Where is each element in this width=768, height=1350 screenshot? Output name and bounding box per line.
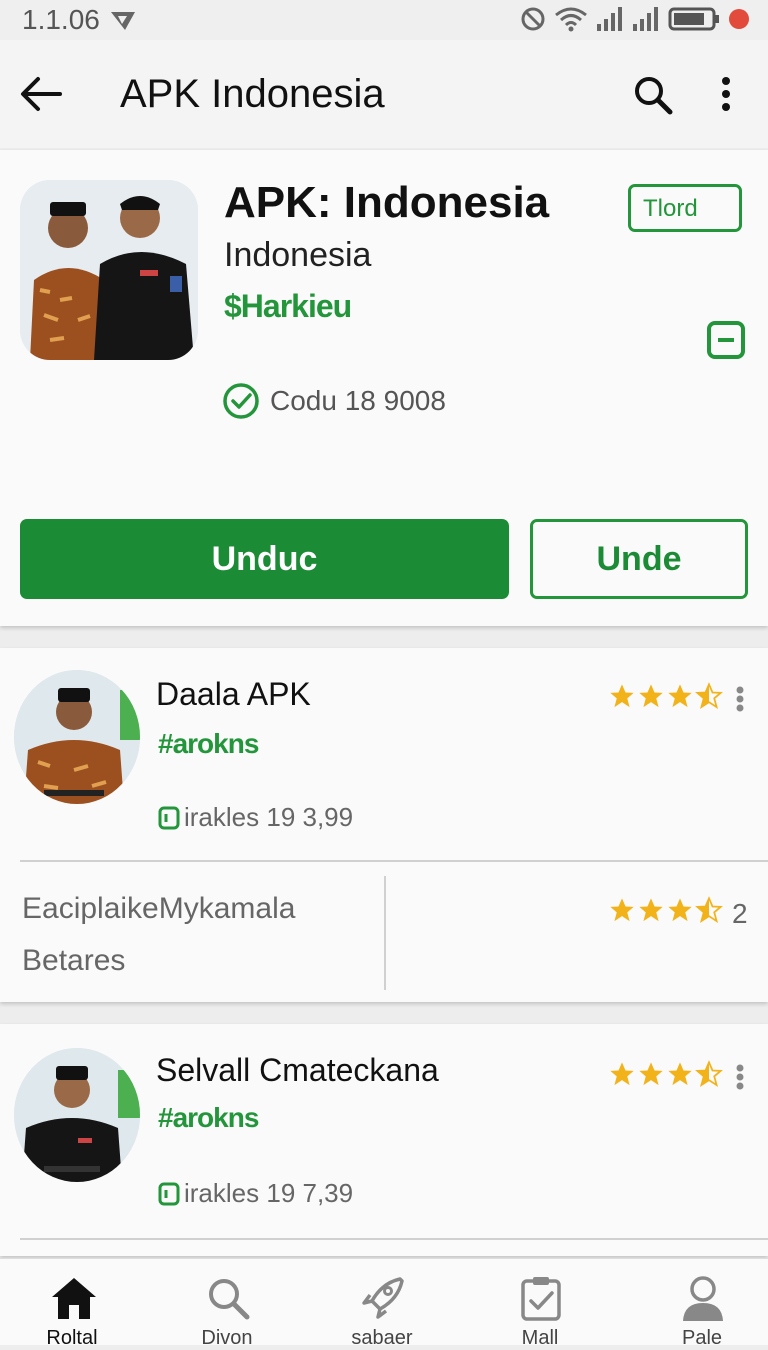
star-icon <box>668 1062 692 1086</box>
dnd-icon <box>521 7 545 31</box>
more-vert-icon[interactable] <box>720 76 732 112</box>
battery-icon <box>668 7 719 31</box>
star-icon <box>639 1062 663 1086</box>
app-tag[interactable]: #arokns <box>158 728 259 760</box>
signal-icon-2 <box>633 7 658 31</box>
secondary-button[interactable]: Unde <box>530 519 748 599</box>
downloads-icon <box>158 1182 180 1205</box>
nav-item-rocket[interactable]: sabaer <box>322 1259 442 1349</box>
person-icon <box>683 1276 723 1321</box>
sub-row-count: 2 <box>732 898 748 929</box>
star-icon <box>610 684 634 708</box>
download-button[interactable]: Unduc <box>20 519 509 599</box>
search-icon <box>209 1279 250 1320</box>
home-icon <box>52 1278 96 1319</box>
notification-icon <box>111 12 135 30</box>
app-list-card: Selvall Cmateckana #arokns irakles 19 7,… <box>0 1024 768 1256</box>
star-half-icon <box>695 1060 723 1088</box>
star-icon <box>610 1062 634 1086</box>
item-menu-icon[interactable] <box>735 1064 745 1090</box>
star-icon <box>610 898 634 922</box>
wifi-icon <box>555 7 587 32</box>
star-half-icon <box>695 896 723 924</box>
app-cover-image <box>20 180 198 360</box>
app-meta: irakles 19 7,39 <box>158 1178 353 1209</box>
app-tag[interactable]: #arokns <box>158 1102 259 1134</box>
bottom-navigation: Roltal Divon sabaer Mall Pale <box>0 1258 768 1349</box>
nav-item-search[interactable]: Divon <box>167 1259 287 1349</box>
star-half-icon <box>695 682 723 710</box>
star-icon <box>639 898 663 922</box>
item-menu-icon[interactable] <box>735 686 745 712</box>
nav-item-profile[interactable]: Pale <box>642 1259 762 1349</box>
app-subtitle: Indonesia <box>224 236 372 274</box>
tlord-badge-button[interactable]: Tlord <box>628 184 742 232</box>
rocket-icon <box>362 1277 404 1319</box>
vertical-divider <box>384 876 386 990</box>
storage-icon[interactable] <box>706 320 746 360</box>
back-arrow-icon[interactable] <box>18 74 64 114</box>
app-name: APK: Indonesia <box>224 178 550 227</box>
status-bar: 1.1.06 <box>0 0 768 40</box>
star-icon <box>639 684 663 708</box>
sub-row-rating <box>608 896 723 924</box>
app-avatar[interactable] <box>14 670 140 804</box>
divider <box>20 860 768 862</box>
nav-label: Roltal <box>46 1327 98 1349</box>
sub-row-line1[interactable]: EaciplaikeMykamala <box>22 892 295 926</box>
app-list-card: Daala APK #arokns irakles 19 3,99 Eacipl… <box>0 648 768 1002</box>
app-avatar[interactable] <box>14 1048 140 1182</box>
status-icons <box>520 6 750 32</box>
rating-stars <box>608 1060 723 1088</box>
app-meta: irakles 19 3,99 <box>158 802 353 833</box>
clipboard-check-icon <box>521 1277 561 1321</box>
app-detail-card: APK: Indonesia Indonesia $Harkieu Tlord … <box>0 150 768 626</box>
star-icon <box>668 684 692 708</box>
app-bar: APK Indonesia <box>0 40 768 148</box>
sub-row-line2[interactable]: Betares <box>22 944 125 978</box>
app-tag[interactable]: $Harkieu <box>224 288 352 325</box>
verification-row: Codu 18 9008 <box>222 382 446 420</box>
app-meta-text: irakles 19 3,99 <box>184 802 354 832</box>
nav-label: Pale <box>681 1327 723 1349</box>
star-icon <box>668 898 692 922</box>
signal-icon <box>597 7 622 31</box>
verification-text: Codu 18 9008 <box>270 385 446 416</box>
nav-label: Divon <box>201 1327 253 1349</box>
app-title[interactable]: Selvall Cmateckana <box>156 1052 439 1089</box>
nav-item-mall[interactable]: Mall <box>480 1259 600 1349</box>
alert-badge-icon <box>729 9 749 29</box>
app-title[interactable]: Daala APK <box>156 676 311 713</box>
page-title: APK Indonesia <box>120 72 385 116</box>
nav-label: sabaer <box>351 1327 413 1349</box>
status-time: 1.1.06 <box>22 4 100 35</box>
app-meta-text: irakles 19 7,39 <box>184 1178 354 1208</box>
downloads-icon <box>158 806 180 829</box>
search-icon[interactable] <box>632 74 674 116</box>
rating-stars <box>608 682 723 710</box>
nav-item-home[interactable]: Roltal <box>12 1259 132 1349</box>
divider <box>20 1238 768 1240</box>
verified-check-icon <box>223 383 259 419</box>
nav-label: Mall <box>521 1327 559 1349</box>
